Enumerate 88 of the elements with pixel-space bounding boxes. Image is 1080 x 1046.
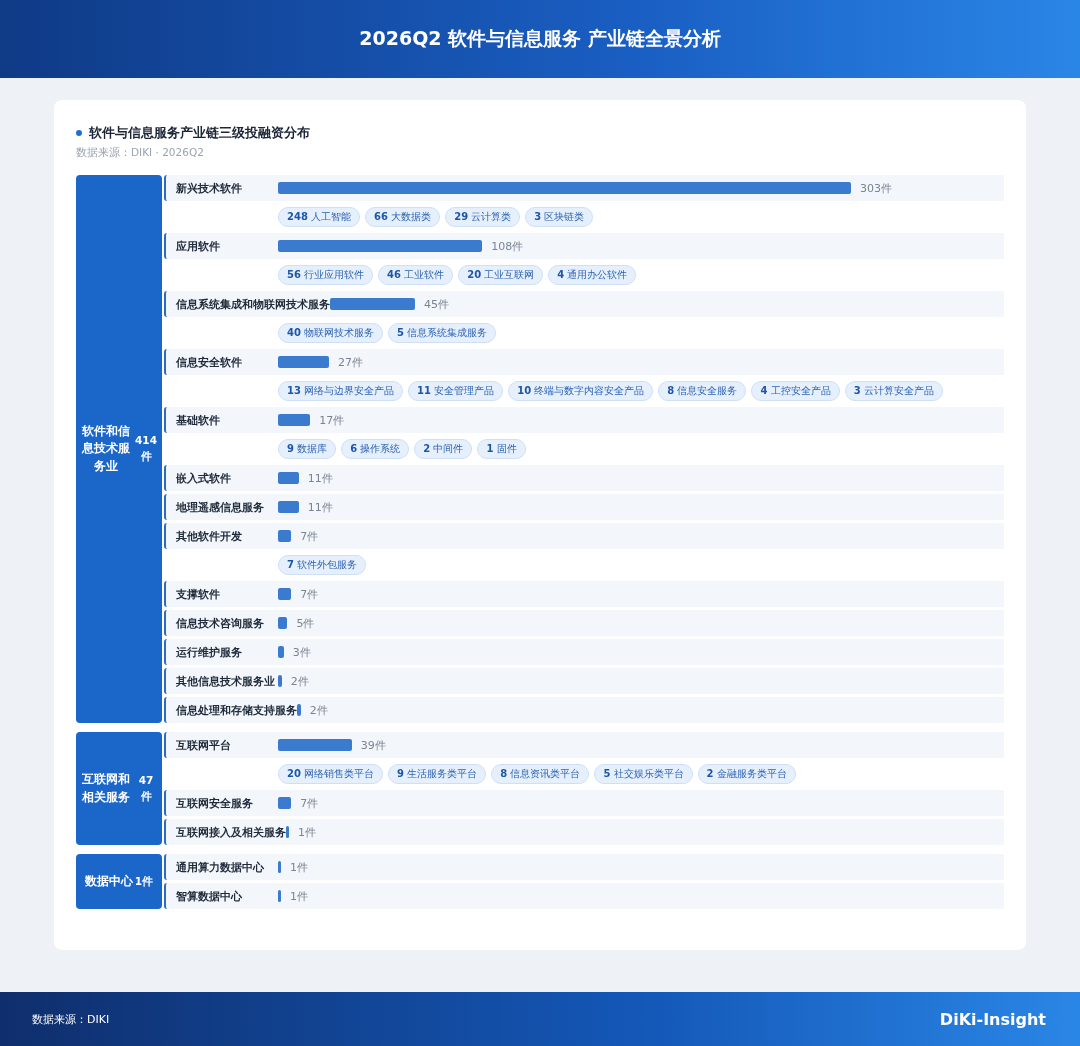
count-label: 17件 [319, 412, 345, 428]
segment-tag: 5 社交娱乐类平台 [594, 764, 693, 784]
count-bar [278, 530, 292, 542]
count-bar [278, 588, 292, 600]
segment-tag: 13 网络与边界安全产品 [278, 381, 404, 401]
count-label: 7件 [300, 586, 319, 602]
count-label: 3件 [292, 644, 311, 660]
subcategory-name: 通用算力数据中心 [176, 859, 265, 875]
count-bar [278, 861, 281, 873]
count-label: 27件 [338, 354, 364, 370]
count-bar [278, 797, 292, 809]
subcategory-name: 应用软件 [176, 238, 221, 254]
count-bar [278, 356, 330, 368]
count-label: 2件 [290, 673, 309, 689]
segment-tag: 8 信息资讯类平台 [491, 764, 590, 784]
subcategory-name: 其他软件开发 [176, 528, 243, 544]
subcategory-name: 信息处理和存储支持服务 [176, 702, 297, 718]
category-count: 1件 [134, 873, 154, 889]
count-label: 7件 [300, 528, 319, 544]
segment-tag: 1 固件 [477, 439, 526, 459]
subcategory-name: 基础软件 [176, 412, 221, 428]
segment-tag: 4 通用办公软件 [548, 265, 637, 285]
data-source-note: 数据来源：DIKI · 2026Q2 [76, 146, 205, 160]
segment-tag: 7 软件外包服务 [278, 555, 367, 575]
count-label: 1件 [290, 888, 308, 904]
category-count: 414件 [134, 433, 158, 464]
segment-tag: 4 工控安全产品 [751, 381, 840, 401]
count-bar [278, 890, 281, 902]
segment-tag: 9 生活服务类平台 [388, 764, 487, 784]
category-name: 数据中心 [84, 872, 133, 890]
segment-tag: 3 区块链类 [525, 207, 594, 227]
count-label: 5件 [296, 615, 315, 631]
count-label: 11件 [307, 499, 333, 515]
segment-tag: 2 金融服务类平台 [697, 764, 796, 784]
subcategory-name: 新兴技术软件 [176, 180, 243, 196]
segment-tag: 11 安全管理产品 [408, 381, 504, 401]
count-bar [286, 826, 289, 838]
count-label: 7件 [300, 795, 319, 811]
count-label: 303件 [860, 180, 892, 196]
count-bar [278, 646, 284, 658]
segment-tag: 5 信息系统集成服务 [388, 323, 497, 343]
subcategory-name: 互联网平台 [176, 737, 232, 753]
segment-tag: 248 人工智能 [278, 207, 361, 227]
count-bar [278, 617, 288, 629]
segment-tag: 3 云计算安全产品 [844, 381, 943, 401]
count-label: 108件 [491, 238, 524, 254]
subcategory-name: 互联网接入及相关服务 [176, 824, 286, 840]
segment-tag: 6 操作系统 [341, 439, 410, 459]
count-label: 2件 [309, 702, 328, 718]
count-bar [278, 414, 311, 426]
bullet-icon [76, 130, 82, 136]
segment-tag: 2 中间件 [414, 439, 473, 459]
subcategory-name: 智算数据中心 [176, 888, 243, 904]
segment-tag: 29 云计算类 [445, 207, 521, 227]
footer-source: 数据来源：DIKI [32, 1011, 110, 1027]
brand-logo: DiKi-Insight [939, 1009, 1046, 1029]
segment-tag: 46 工业软件 [378, 265, 454, 285]
subcategory-name: 信息系统集成和物联网技术服务 [176, 296, 330, 312]
segment-tag: 10 终端与数字内容安全产品 [508, 381, 654, 401]
chart-title: 软件与信息服务产业链三级投融资分布 [89, 124, 310, 142]
subcategory-name: 地理遥感信息服务 [176, 499, 265, 515]
category-count: 47件 [137, 772, 155, 804]
count-bar [297, 704, 301, 716]
segment-tag: 66 大数据类 [365, 207, 441, 227]
segment-tag: 20 工业互联网 [458, 265, 544, 285]
segment-tag: 8 信息安全服务 [658, 381, 747, 401]
subcategory-name: 信息安全软件 [176, 354, 243, 370]
count-label: 45件 [424, 296, 450, 312]
count-bar [278, 501, 299, 513]
segment-tag: 56 行业应用软件 [278, 265, 374, 285]
count-label: 1件 [298, 824, 316, 840]
count-bar [278, 675, 282, 687]
category-name: 互联网和相关服务 [81, 771, 131, 806]
count-label: 1件 [290, 859, 308, 875]
segment-tag: 40 物联网技术服务 [278, 323, 384, 343]
subcategory-name: 支撑软件 [176, 586, 221, 602]
count-label: 39件 [360, 737, 386, 753]
subcategory-name: 其他信息技术服务业 [176, 673, 276, 689]
segment-tag: 9 数据库 [278, 439, 337, 459]
count-bar [278, 472, 299, 484]
segment-tag: 20 网络销售类平台 [278, 764, 384, 784]
page-title: 2026Q2 软件与信息服务 产业链全景分析 [359, 26, 721, 51]
subcategory-name: 互联网安全服务 [176, 795, 254, 811]
subcategory-name: 运行维护服务 [176, 644, 243, 660]
count-label: 11件 [307, 470, 333, 486]
subcategory-name: 嵌入式软件 [176, 470, 232, 486]
subcategory-name: 信息技术咨询服务 [176, 615, 265, 631]
category-name: 软件和信息技术服务业 [80, 422, 131, 475]
